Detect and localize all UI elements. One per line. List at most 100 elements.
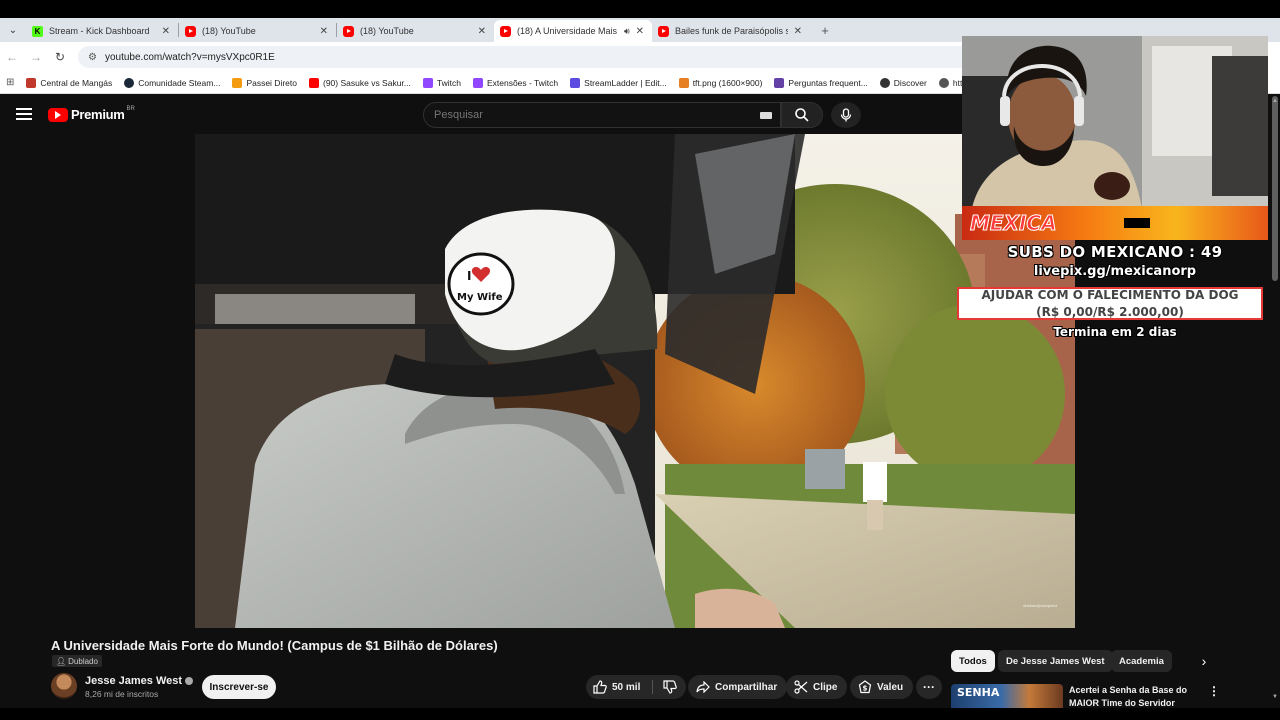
scissors-icon [794,680,808,694]
tab-bailes-funk[interactable]: Bailes funk de Paraisópolis são ✕ [652,20,810,42]
subscribe-button[interactable]: Inscrever-se [202,675,276,699]
chip-de-jesse-james-west[interactable]: De Jesse James West [998,650,1113,672]
youtube-premium-logo[interactable]: Premium BR [48,105,135,122]
recommended-thumbnail[interactable]: SENHA [951,684,1063,708]
bookmark-item[interactable]: Central de Mangás [26,77,113,88]
twitch-icon [472,77,483,88]
video-frame: I My Wife [195,134,1075,628]
globe-icon [938,77,949,88]
logo-country: BR [126,105,135,112]
tab-kick-dashboard[interactable]: K Stream - Kick Dashboard ✕ [26,20,178,42]
subscriber-count: 8,26 mi de inscritos [85,689,159,699]
clip-button[interactable]: Clipe [786,675,848,699]
chip-academia[interactable]: Academia [1111,650,1172,672]
tab-universidade-active[interactable]: (18) A Universidade Mais Fo 🔊︎ ✕ [494,20,652,42]
chevron-right-icon[interactable]: › [1195,652,1213,670]
bookmark-label: Comunidade Steam... [138,77,221,88]
bookmark-label: Twitch [436,77,461,88]
reload-icon[interactable]: ↻ [48,50,72,64]
scrollbar-thumb[interactable] [1272,96,1278,281]
thumbs-up-icon [593,680,607,694]
youtube-icon [500,25,511,37]
youtube-icon [185,25,196,37]
keyboard-icon[interactable] [760,112,772,119]
streamladder-icon [570,77,581,88]
scroll-down-icon[interactable]: ▼ [1270,694,1280,700]
bookmark-item[interactable]: Perguntas frequent... [774,77,868,88]
bookmark-label: Passei Direto [246,77,297,88]
bookmark-item[interactable]: Discover [879,77,927,88]
close-icon[interactable]: ✕ [636,26,644,37]
top-black-strip [0,0,1280,18]
tab-title: (18) A Universidade Mais Fo [517,26,620,36]
chip-todos[interactable]: Todos [951,650,995,672]
video-player[interactable]: I My Wife dublado/jessejwest [195,134,1075,628]
dubbed-badge: 👤︎ Dublado [52,655,102,667]
recommended-menu-icon[interactable]: ⋮ [1208,684,1220,698]
close-icon[interactable]: ✕ [794,26,802,37]
webcam-frame [962,36,1268,208]
tab-youtube-2[interactable]: (18) YouTube ✕ [337,20,494,42]
livepix-link: livepix.gg/mexicanorp [1033,264,1197,279]
donation-goal-progress: (R$ 0,00/R$ 2.000,00) [1036,305,1184,319]
bookmark-item[interactable]: Extensões - Twitch [472,77,559,88]
twitch-icon [422,77,433,88]
kick-icon: K [32,25,43,37]
channel-name-text: Jesse James West [85,675,183,687]
twitch-icon [774,77,785,88]
search-button[interactable] [781,102,823,128]
bookmark-item[interactable]: StreamLadder | Edit... [570,77,667,88]
share-button[interactable]: Compartilhar [688,675,788,699]
youtube-icon [309,77,319,88]
video-watermark: dublado/jessejwest [1023,603,1057,608]
scroll-up-icon[interactable]: ▲ [1270,98,1280,104]
dislike-button[interactable] [653,675,686,699]
verified-icon [185,677,194,686]
channel-avatar[interactable] [51,673,77,699]
channel-name[interactable]: Jesse James West [85,675,194,687]
forward-arrow-icon[interactable]: → [24,50,48,64]
banner-graphic: MEXICA [962,206,1268,240]
bookmark-label: Extensões - Twitch [486,77,559,88]
close-icon[interactable]: ✕ [320,26,328,37]
svg-text:$: $ [863,685,868,693]
search-box[interactable] [423,102,781,128]
bookmark-label: Central de Mangás [40,77,113,88]
more-actions-icon[interactable]: ··· [916,675,942,699]
donation-goal-title: AJUDAR COM O FALECIMENTO DA DOG [981,288,1239,302]
address-bar[interactable]: ⚙︎ youtube.com/watch?v=mysVXpc0R1E [78,46,978,68]
bookmark-item[interactable]: Twitch [422,77,461,88]
back-arrow-icon[interactable]: ← [0,50,24,64]
bookmark-item[interactable]: (90) Sasuke vs Sakur... [309,77,411,88]
tab-youtube-1[interactable]: (18) YouTube ✕ [179,20,336,42]
video-title: A Universidade Mais Forte do Mundo! (Cam… [51,638,498,653]
site-settings-icon[interactable]: ⚙︎ [88,52,97,63]
screen: ⌄ K Stream - Kick Dashboard ✕ (18) YouTu… [0,0,1280,720]
like-button[interactable]: 50 mil [586,675,652,699]
bookmark-item[interactable]: tft.png (1600×900) [678,77,763,88]
apps-grid-icon[interactable]: ⊞ [6,77,14,88]
subs-counter: SUBS DO MEXICANO : 49 [1007,243,1223,261]
steam-icon [124,77,135,88]
speaker-icon[interactable]: 🔊︎ [624,26,630,37]
hamburger-menu-icon[interactable] [16,108,32,120]
image-icon [678,77,689,88]
bookmark-favicon-icon [232,77,243,88]
close-icon[interactable]: ✕ [478,26,486,37]
close-icon[interactable]: ✕ [162,26,170,37]
bookmark-label: Discover [893,77,927,88]
search-input[interactable] [434,109,734,121]
person-icon: 👤︎ [56,656,67,666]
recommended-title[interactable]: Acertei a Senha da Base do MAIOR Time do… [1069,684,1199,708]
share-label: Compartilhar [715,681,778,693]
thanks-button[interactable]: $ Valeu [850,675,914,699]
new-tab-button[interactable]: + [816,21,834,39]
tab-search-chevron-icon[interactable]: ⌄ [0,18,26,42]
voice-search-button[interactable] [831,102,861,128]
bookmark-item[interactable]: Passei Direto [232,77,297,88]
bookmark-label: tft.png (1600×900) [692,77,763,88]
streamer-webcam [962,36,1268,208]
bookmark-favicon-icon [26,77,37,88]
bookmark-item[interactable]: Comunidade Steam... [124,77,221,88]
thanks-dollar-icon: $ [858,680,872,694]
